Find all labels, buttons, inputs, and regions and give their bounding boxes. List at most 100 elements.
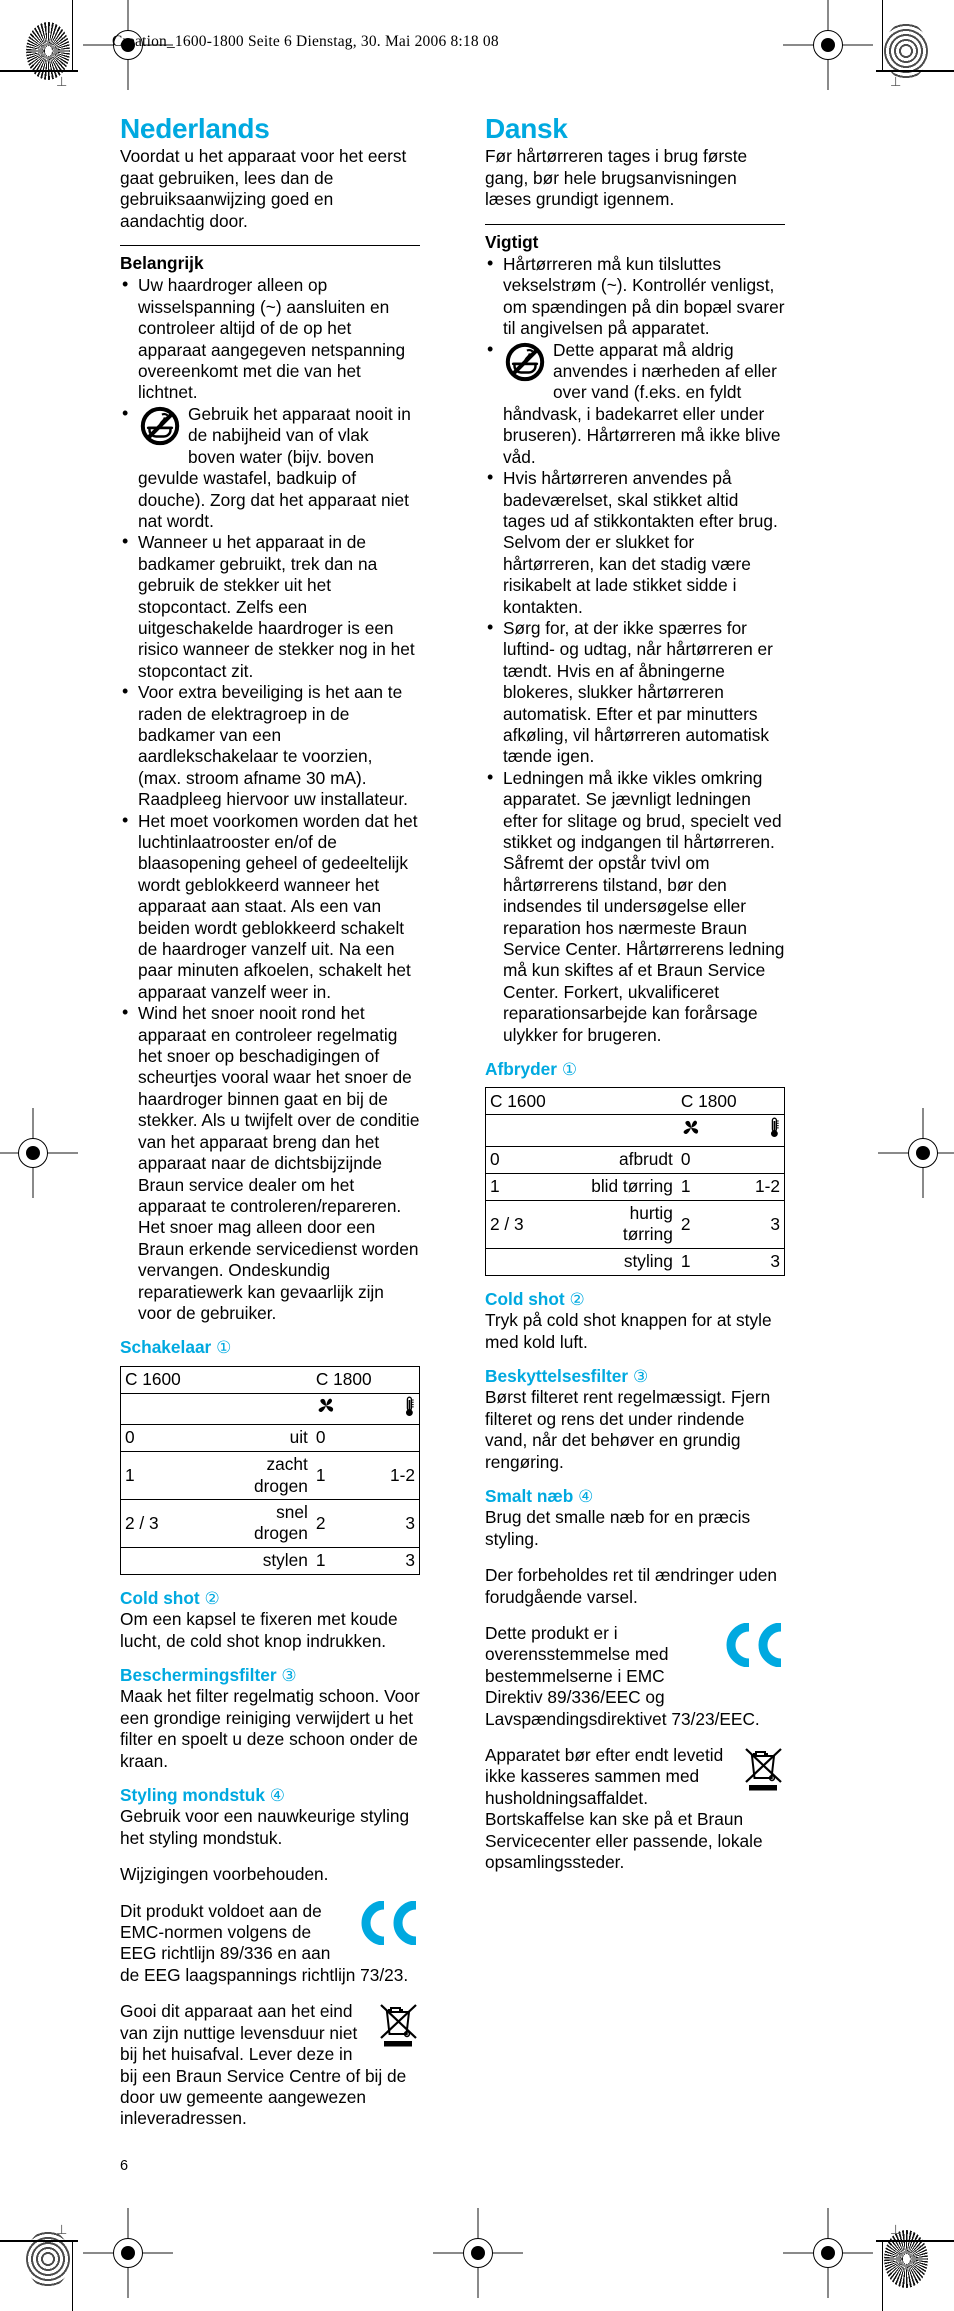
safety-bullet-list-nl: Uw haardroger alleen op wisselspanning (… — [120, 274, 420, 1324]
table-cell-fan: 2 — [676, 1199, 728, 1249]
ref-number-1-da: ① — [561, 1060, 578, 1080]
table-cell-empty — [120, 1392, 223, 1425]
table-row — [485, 1114, 785, 1147]
table-cell-temp: 3 — [362, 1498, 420, 1548]
table-cell-temp — [727, 1145, 785, 1174]
table-cell-desc: snel drogen — [222, 1498, 312, 1548]
page-number: 6 — [120, 2158, 129, 2174]
table-row: 0 uit 0 — [120, 1424, 420, 1452]
manual-page: ⊥ ⊥ ⊥ ⊥ Creation_1600-1800 Seite 6 Diens… — [0, 0, 954, 2311]
table-cell-fan-symbol — [676, 1114, 728, 1147]
tick-bottom-right: ⊥ — [890, 2222, 902, 2237]
thermometer-icon — [404, 1396, 415, 1422]
section-heading-filter-da: Beskyttelsesfilter ③ — [485, 1365, 649, 1386]
important-heading-nl: Belangrijk — [120, 253, 204, 274]
section-body-cold-shot-da: Tryk på cold shot knappen for at style m… — [485, 1310, 772, 1352]
crosshair-bottom-left — [83, 2208, 173, 2298]
ref-number-2-da: ② — [569, 1289, 585, 1309]
table-cell-fan: 0 — [676, 1145, 728, 1174]
table-cell-desc: stylen — [222, 1546, 312, 1575]
intro-paragraph-da: Før hårtørreren tages i brug første gang… — [485, 146, 748, 210]
table-cell-step — [120, 1546, 223, 1575]
ref-number-4-nl: ④ — [269, 1786, 286, 1806]
table-cell-step: 0 — [485, 1145, 588, 1174]
changes-notice-nl: Wijzigingen voorbehouden. — [120, 1864, 329, 1885]
section-heading-cold-shot-da: Cold shot ② — [485, 1288, 585, 1309]
divider-da — [485, 223, 785, 225]
table-cell-desc: zacht drogen — [222, 1451, 312, 1500]
thermometer-icon — [769, 1117, 780, 1143]
weee-crossed-bin-icon-da — [741, 1745, 785, 1800]
crosshair-bottom-center — [433, 2208, 523, 2298]
table-cell-temp-symbol — [727, 1114, 785, 1147]
table-row: C 1600 C 1800 — [486, 1088, 785, 1115]
ref-number-3-nl: ③ — [281, 1666, 297, 1685]
list-item: Sørg for, at der ikke spærres for luftin… — [485, 617, 785, 768]
table-cell-model-right: C 1800 — [315, 1369, 372, 1390]
table-cell-step: 0 — [120, 1424, 223, 1452]
crosshair-right-middle — [878, 1108, 954, 1198]
trim-line-right-top — [882, 0, 883, 70]
section-body-nozzle-da: Brug det smalle næb for en præcis stylin… — [485, 1507, 751, 1549]
section-heading-nozzle-nl: Styling mondstuk ④ — [120, 1785, 286, 1806]
trim-line-left-top — [72, 0, 73, 70]
language-title-dansk: Dansk — [485, 113, 568, 144]
section-heading-cold-shot-nl: Cold shot ② — [120, 1587, 220, 1608]
ce-mark-nl — [358, 1900, 420, 1950]
ref-number-1-nl: ① — [216, 1338, 232, 1358]
table-row: styling 1 3 — [485, 1247, 785, 1276]
switch-settings-table-da: C 1600 C 1800 0 afbrudt 0 1 blid tørring… — [485, 1087, 785, 1276]
ce-mark-da — [723, 1622, 785, 1672]
table-cell-temp: 3 — [727, 1247, 785, 1276]
safety-bullet-list-da: Hårtørreren må kun tilsluttes vekselstrø… — [485, 253, 785, 1046]
table-cell-fan-symbol — [311, 1392, 363, 1425]
table-cell-fan: 1 — [676, 1172, 728, 1201]
trim-line-right-bottom — [882, 2240, 883, 2311]
table-cell-step: 1 — [485, 1172, 588, 1201]
list-item: Uw haardroger alleen op wisselspanning (… — [120, 274, 420, 403]
no-water-icon — [503, 341, 549, 385]
intro-paragraph-nl: Voordat u het apparaat voor het eerst ga… — [120, 146, 407, 231]
table-cell-model-right: C 1800 — [680, 1090, 737, 1111]
table-row: stylen 1 3 — [120, 1546, 420, 1575]
table-row: 2 / 3 snel drogen 2 3 — [120, 1498, 420, 1548]
tick-top-left: ⊥ — [56, 74, 68, 89]
trim-line-top-right — [876, 70, 954, 72]
table-cell-fan: 1 — [311, 1451, 363, 1500]
list-item: Wind het snoer nooit rond het apparaat e… — [120, 1002, 420, 1324]
disposal-notice-nl: Gooi dit apparaat aan het eind van zijn … — [120, 2001, 407, 2129]
table-row: 1 zacht drogen 1 1-2 — [120, 1451, 420, 1500]
trim-line-bottom-right — [876, 2240, 954, 2242]
list-item: Ledningen må ikke vikles omkring apparat… — [485, 767, 785, 1046]
table-cell-desc: hurtig tørring — [587, 1199, 677, 1249]
list-item: Hvis hårtørreren anvendes på badeværelse… — [485, 467, 785, 618]
crosshair-left-middle — [0, 1108, 78, 1198]
tick-bottom-left: ⊥ — [56, 2222, 68, 2237]
switch-heading-da: Afbryder ① — [485, 1059, 578, 1080]
list-item: Hårtørreren må kun tilsluttes vekselstrø… — [485, 253, 785, 340]
fan-icon — [681, 1118, 701, 1143]
table-cell-desc: uit — [222, 1424, 312, 1452]
table-cell-step — [485, 1247, 588, 1276]
registration-target-bottom-left — [26, 2230, 70, 2288]
table-cell-desc: blid tørring — [587, 1172, 677, 1201]
switch-settings-table-nl: C 1600 C 1800 0 uit 0 1 zacht drogen 1 1… — [120, 1365, 420, 1575]
crosshair-top-right — [783, 0, 873, 90]
list-item: Gebruik het apparaat nooit in de nabijhe… — [120, 403, 420, 532]
print-slug-line: Creation_1600-1800 Seite 6 Dienstag, 30.… — [112, 33, 499, 50]
list-item: Voor extra beveiliging is het aan te rad… — [120, 681, 420, 810]
table-cell-empty — [587, 1114, 677, 1147]
section-body-cold-shot-nl: Om een kapsel te fixeren met koude lucht… — [120, 1609, 398, 1651]
switch-heading-nl: Schakelaar ① — [120, 1337, 232, 1358]
ref-number-2-nl: ② — [204, 1588, 220, 1608]
table-cell-temp: 3 — [362, 1546, 420, 1575]
table-cell-temp-symbol — [362, 1392, 420, 1425]
table-cell-temp: 1-2 — [362, 1451, 420, 1500]
table-cell-step: 2 / 3 — [485, 1199, 588, 1249]
ref-number-3-da: ③ — [632, 1366, 649, 1386]
language-title-nederlands: Nederlands — [120, 113, 270, 144]
section-body-filter-nl: Maak het filter regelmatig schoon. Voor … — [120, 1686, 420, 1771]
changes-notice-da: Der forbeholdes ret til ændringer uden f… — [485, 1565, 778, 1607]
trim-line-bottom-left — [0, 2240, 78, 2242]
list-item: Wanneer u het apparaat in de badkamer ge… — [120, 531, 420, 682]
